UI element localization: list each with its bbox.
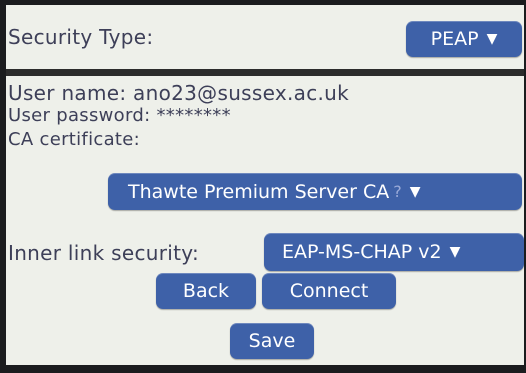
security-type-label: Security Type: bbox=[8, 25, 154, 49]
device-bezel: Security Type: PEAP ▼ User name: ano23@s… bbox=[0, 0, 526, 373]
device-screen: Security Type: PEAP ▼ User name: ano23@s… bbox=[6, 5, 524, 365]
security-type-dropdown[interactable]: PEAP ▼ bbox=[406, 21, 522, 57]
ca-certificate-label: CA certificate: bbox=[8, 129, 140, 150]
help-icon: ? bbox=[393, 182, 402, 201]
security-type-value: PEAP bbox=[430, 28, 479, 50]
inner-link-security-dropdown[interactable]: EAP-MS-CHAP v2 ▼ bbox=[264, 233, 524, 271]
connect-button[interactable]: Connect bbox=[262, 273, 396, 309]
username-text: User name: ano23@sussex.ac.uk bbox=[8, 81, 350, 105]
ca-certificate-value: Thawte Premium Server CA bbox=[128, 180, 390, 203]
back-button[interactable]: Back bbox=[156, 273, 256, 309]
chevron-down-icon: ▼ bbox=[486, 31, 498, 47]
inner-link-security-label: Inner link security: bbox=[8, 241, 199, 265]
chevron-down-icon: ▼ bbox=[449, 244, 461, 260]
save-button[interactable]: Save bbox=[230, 323, 314, 359]
security-type-bar: Security Type: PEAP ▼ bbox=[6, 5, 524, 69]
ca-certificate-dropdown[interactable]: Thawte Premium Server CA ? ▼ bbox=[108, 173, 522, 210]
section-divider bbox=[6, 69, 524, 76]
password-text: User password: ******** bbox=[8, 105, 231, 126]
inner-link-security-value: EAP-MS-CHAP v2 bbox=[282, 241, 442, 263]
chevron-down-icon: ▼ bbox=[409, 183, 421, 200]
